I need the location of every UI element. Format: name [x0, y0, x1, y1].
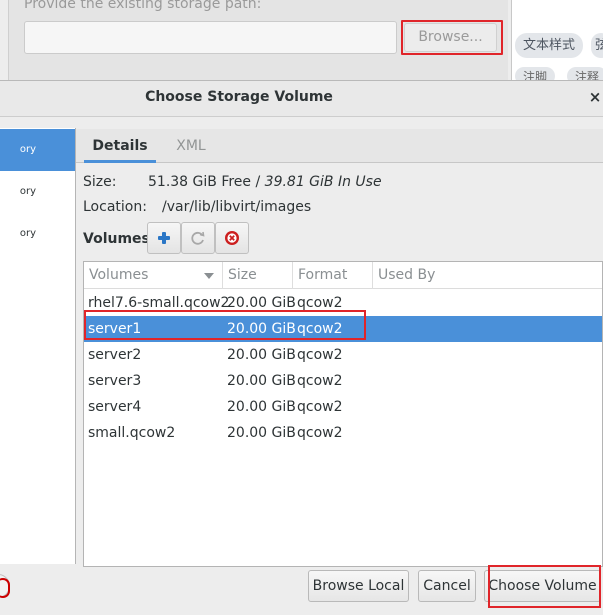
- refresh-icon: [191, 231, 205, 245]
- storage-path-input[interactable]: [24, 21, 397, 54]
- volumes-label: Volumes: [83, 231, 150, 247]
- pool-item[interactable]: ory: [0, 171, 75, 213]
- tab-xml[interactable]: XML: [166, 129, 216, 163]
- volume-table[interactable]: Volumes Size Format Used By rhel7.6-smal…: [83, 261, 603, 567]
- volume-format: qcow2: [297, 347, 343, 363]
- pool-item-label: ory: [19, 144, 36, 155]
- browse-local-button[interactable]: Browse Local: [308, 570, 409, 602]
- active-tab-indicator: [84, 160, 156, 163]
- volume-size: 20.00 GiB: [227, 347, 296, 363]
- size-label: Size:: [83, 174, 117, 190]
- table-row[interactable]: server4 20.00 GiB qcow2: [84, 394, 602, 420]
- pool-item-label: ory: [19, 228, 36, 239]
- size-value: 51.38 GiB Free / 39.81 GiB In Use: [148, 174, 382, 190]
- column-header-label: Volumes: [89, 267, 149, 283]
- style-chip[interactable]: 弦: [591, 33, 603, 58]
- delete-icon: [225, 231, 239, 245]
- volume-size: 20.00 GiB: [227, 373, 296, 389]
- add-volume-button[interactable]: [147, 222, 181, 254]
- column-header-size[interactable]: Size: [223, 262, 293, 289]
- selected-row-highlight: [84, 310, 366, 340]
- volume-format: qcow2: [297, 425, 343, 441]
- tab-bar: Details XML: [76, 129, 603, 163]
- style-chip[interactable]: 文本样式: [515, 33, 584, 58]
- column-header-format[interactable]: Format: [293, 262, 373, 289]
- volume-name: server3: [88, 373, 142, 389]
- add-icon: [158, 232, 170, 244]
- close-icon[interactable]: ×: [587, 88, 603, 106]
- pool-item[interactable]: ory: [0, 129, 75, 171]
- volume-name: server4: [88, 399, 142, 415]
- location-value: /var/lib/libvirt/images: [162, 199, 312, 215]
- cancel-button[interactable]: Cancel: [418, 570, 476, 602]
- size-in-use: 39.81 GiB In Use: [264, 174, 382, 190]
- table-row[interactable]: server2 20.00 GiB qcow2: [84, 342, 602, 368]
- volume-size: 20.00 GiB: [227, 425, 296, 441]
- volume-name: server2: [88, 347, 142, 363]
- column-header-volumes[interactable]: Volumes: [84, 262, 223, 289]
- size-free: 51.38 GiB Free /: [148, 174, 265, 190]
- location-label: Location:: [83, 199, 147, 215]
- table-row[interactable]: small.qcow2 20.00 GiB qcow2: [84, 420, 602, 446]
- storage-pool-list[interactable]: ory ory ory: [0, 128, 76, 564]
- choose-volume-highlight: [488, 565, 601, 608]
- pool-item[interactable]: ory: [0, 213, 75, 255]
- dialog-titlebar[interactable]: Choose Storage Volume ×: [0, 81, 603, 117]
- table-row[interactable]: server3 20.00 GiB qcow2: [84, 368, 602, 394]
- storage-path-label: Provide the existing storage path:: [24, 0, 262, 12]
- pool-item-label: ory: [19, 186, 36, 197]
- browse-button-highlight: [401, 20, 503, 55]
- volume-name: small.qcow2: [88, 425, 176, 441]
- volume-table-header: Volumes Size Format Used By: [84, 262, 602, 289]
- tab-details[interactable]: Details: [84, 129, 156, 163]
- dialog-title: Choose Storage Volume: [145, 89, 333, 105]
- choose-storage-volume-dialog: Choose Storage Volume × ory ory ory Deta…: [0, 80, 603, 615]
- volume-format: qcow2: [297, 399, 343, 415]
- volume-format: qcow2: [297, 373, 343, 389]
- stop-pool-icon[interactable]: [0, 574, 10, 598]
- delete-volume-button[interactable]: [215, 222, 249, 254]
- volume-size: 20.00 GiB: [227, 399, 296, 415]
- column-header-used-by[interactable]: Used By: [373, 262, 602, 289]
- parent-side-panel: 文本样式 弦 注脚 注释: [512, 0, 603, 85]
- sort-descending-icon: [204, 273, 214, 279]
- refresh-button[interactable]: [181, 222, 215, 254]
